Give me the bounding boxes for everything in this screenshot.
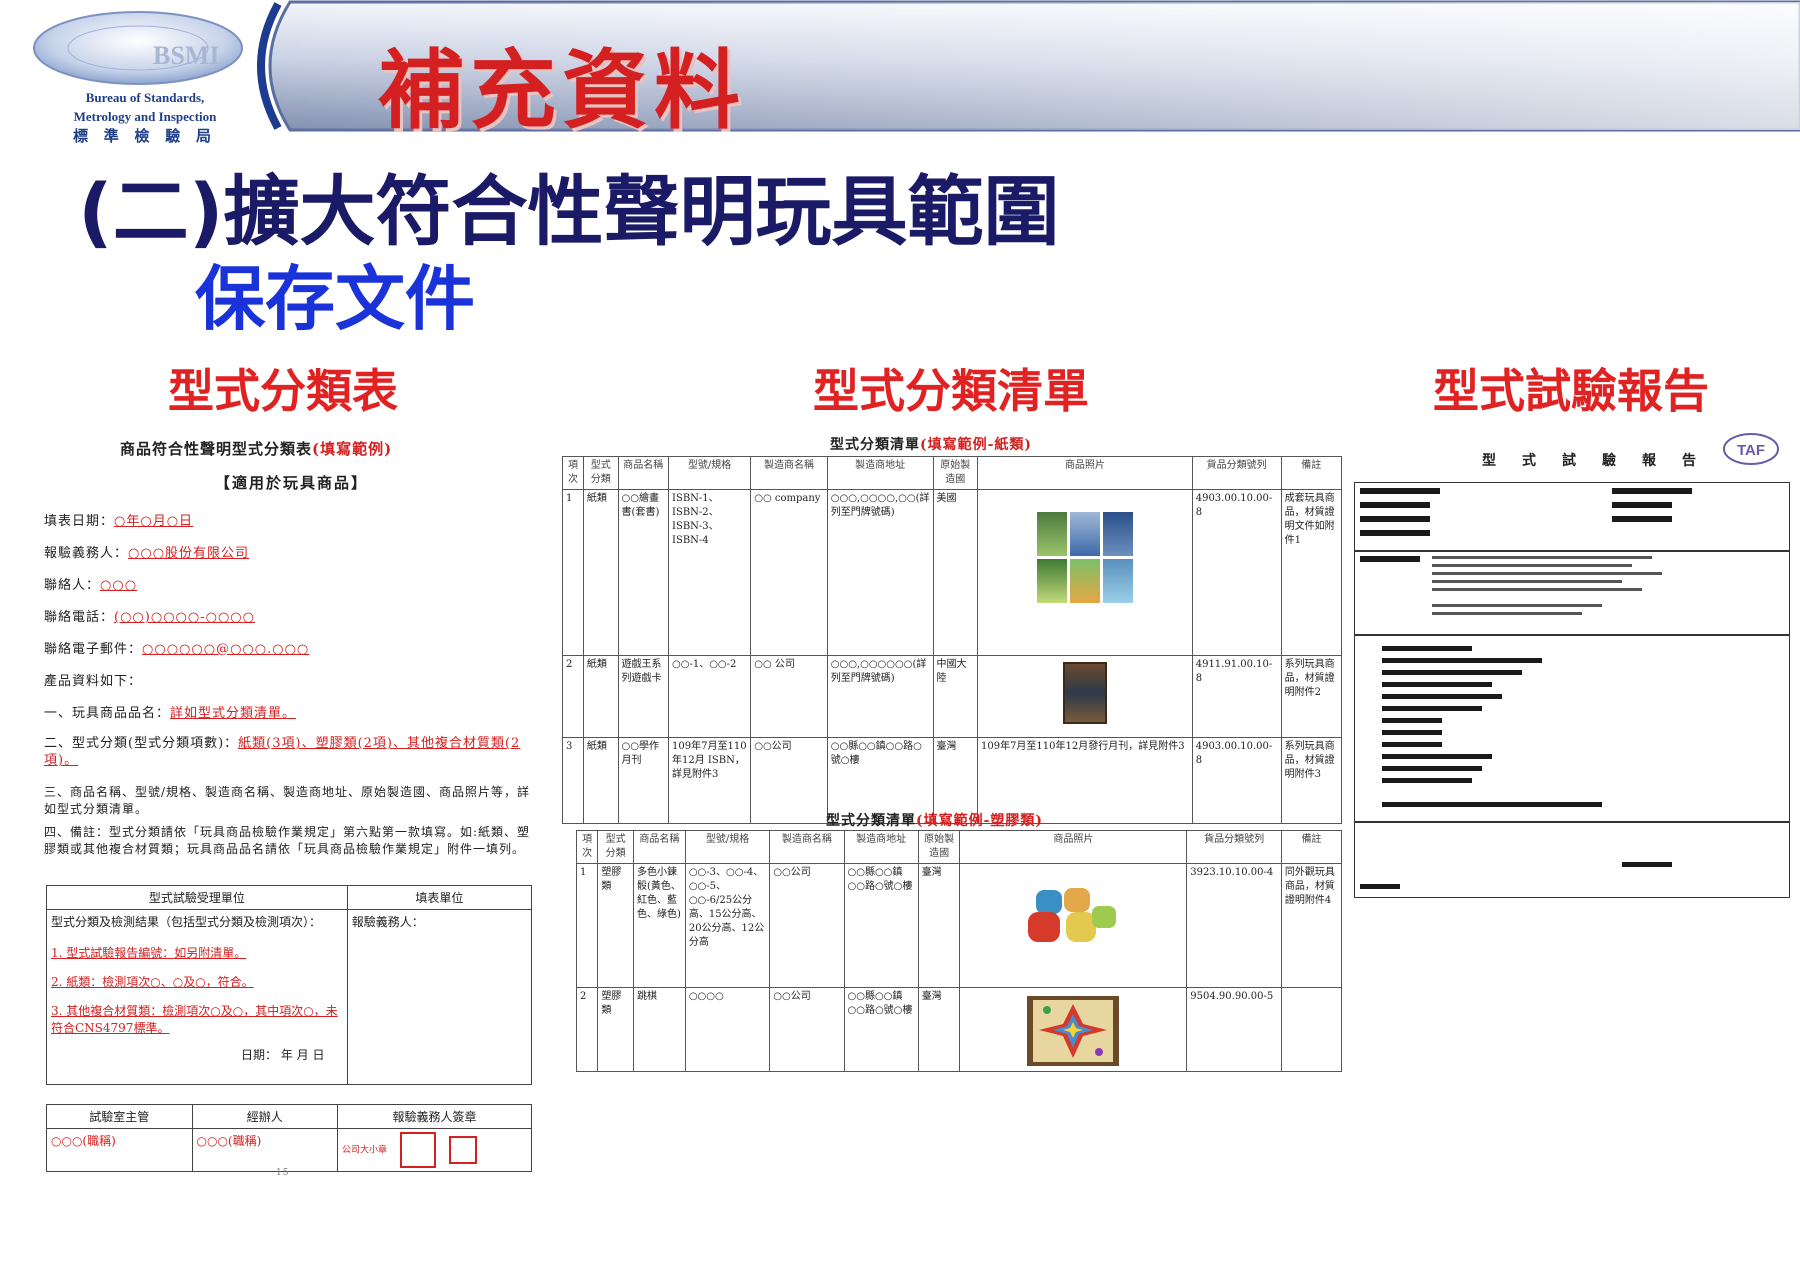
company-stamp-icon (399, 1132, 436, 1168)
form-line: 聯絡電子郵件：○○○○○○@○○○.○○○ (44, 642, 310, 657)
test-report-title: 型式試驗報告 (1482, 453, 1722, 469)
form-line: 產品資料如下： (44, 674, 143, 689)
paper-list-title: 型式分類清單(填寫範例-紙類) (830, 437, 1033, 453)
product-photo-card (976, 655, 1193, 738)
svg-text:BSMI: BSMI (153, 41, 219, 70)
paper-list-table: 項次 型式分類 商品名稱 型號/規格 製造商名稱 製造商地址 原始製造國 商品照… (562, 456, 1343, 824)
table-header-row: 項次 型式分類 商品名稱 型號/規格 製造商名稱 製造商地址 原始製造國 商品照… (575, 830, 1343, 864)
dice-photo (1028, 888, 1117, 942)
table-row: 2 塑膠類 跳棋 ○○○○ ○○公司 ○○縣○○鎮○○路○號○樓 臺灣 9504.90.… (575, 987, 1343, 1072)
form-line: 三、商品名稱、型號/規格、製造商名稱、製造商地址、原始製造國、商品照片等，詳如型… (44, 785, 531, 816)
report-standards-grid (1354, 550, 1790, 636)
form-subtitle: 【適用於玩具商品】 (215, 474, 369, 492)
plastic-list-table: 項次 型式分類 商品名稱 型號/規格 製造商名稱 製造商地址 原始製造國 商品照… (575, 830, 1343, 1072)
logo-line-2: Metrology and Inspection (73, 109, 217, 124)
table-row: 2 紙類 遊戲王系列遊戲卡 ○○-1、○○-2 ○○ 公司 ○○○,○○○○○○(詳列至… (562, 655, 1343, 738)
checkers-photo (1027, 996, 1120, 1066)
form-title: 商品符合性聲明型式分類表(填寫範例) (120, 440, 393, 458)
personal-stamp-icon (448, 1136, 477, 1164)
logo-line-3: 標 準 檢 驗 局 (72, 129, 217, 145)
report-signature-grid (1354, 822, 1790, 898)
table-row: 1 紙類 ○○繪畫書(套書) ISBN-1、ISBN-2、ISBN-3、ISBN-4… (562, 489, 1343, 656)
form-line: 聯絡人：○○○ (44, 578, 138, 593)
section-title-classification-form: 型式分類表 (168, 364, 398, 418)
form-table-applicant: 報驗義務人： (346, 909, 533, 1085)
section-title-classification-list: 型式分類清單 (813, 364, 1089, 418)
form-line: 聯絡電話：(○○)○○○○-○○○○ (44, 610, 255, 625)
form-line: 四、備註：型式分類請依「玩具商品檢驗作業規定」第六點第一款填寫。如:紙類、塑膠類… (44, 825, 531, 856)
svg-text:TAF: TAF (1737, 442, 1765, 459)
classification-form-document: 商品符合性聲明型式分類表(填寫範例) 【適用於玩具商品】 填表日期：○年○月○日… (40, 432, 540, 1182)
logo-line-1: Bureau of Standards, (85, 90, 205, 105)
section-title-test-report: 型式試驗報告 (1433, 364, 1709, 418)
table-row: 1 塑膠類 多色小鍊骰(黃色、紅色、藍色、綠色) ○○-3、○○-4、○○-5、○○… (575, 863, 1343, 988)
form-line: 填表日期：○年○月○日 (44, 514, 194, 529)
plastic-list-title: 型式分類清單(填寫範例-塑膠類) (826, 813, 1044, 829)
product-photo-books (976, 489, 1193, 656)
page-number: 15 (276, 1168, 290, 1178)
bsmi-logo-text: Bureau of Standards, Metrology and Inspe… (30, 88, 260, 148)
classification-list-document: 型式分類清單(填寫範例-紙類) 項次 型式分類 商品名稱 型號/規格 製造商名稱… (562, 432, 1344, 1100)
banner-title: 補充資料 (378, 41, 746, 141)
product-photo-checkers (959, 987, 1188, 1072)
test-report-document: 型式試驗報告 TAF (1352, 432, 1792, 967)
taf-badge-icon: TAF (1723, 433, 1779, 465)
form-table-header: 型式試驗受理單位 (46, 885, 348, 910)
form-table-results: 型式分類及檢測結果（包括型式分類及檢測項次）： 1. 型式試驗報告編號：如另附清… (46, 909, 348, 1085)
form-stamp-cell: 公司大小章 (337, 1128, 532, 1172)
form-line: 二、型式分類(型式分類項數)：紙類(3項)、塑膠類(2項)、其他複合材質類(2項… (44, 736, 521, 768)
form-line: 一、玩具商品品名：詳如型式分類清單。 (44, 706, 297, 721)
product-photo-dice (959, 863, 1188, 988)
form-table-header: 填表單位 (346, 885, 533, 910)
page-subheading: 保存文件 (195, 258, 475, 340)
form-signature-table: 試驗室主管 經辦人 報驗義務人簽章 ○○○(職稱) ○○○(職稱) 公司大小章 (46, 1104, 532, 1172)
form-line: 報驗義務人：○○○股份有限公司 (44, 546, 250, 561)
table-header-row: 項次 型式分類 商品名稱 型號/規格 製造商名稱 製造商地址 原始製造國 商品照… (562, 456, 1343, 490)
form-table: 型式試驗受理單位 填表單位 型式分類及檢測結果（包括型式分類及檢測項次）： 1.… (46, 885, 533, 1085)
